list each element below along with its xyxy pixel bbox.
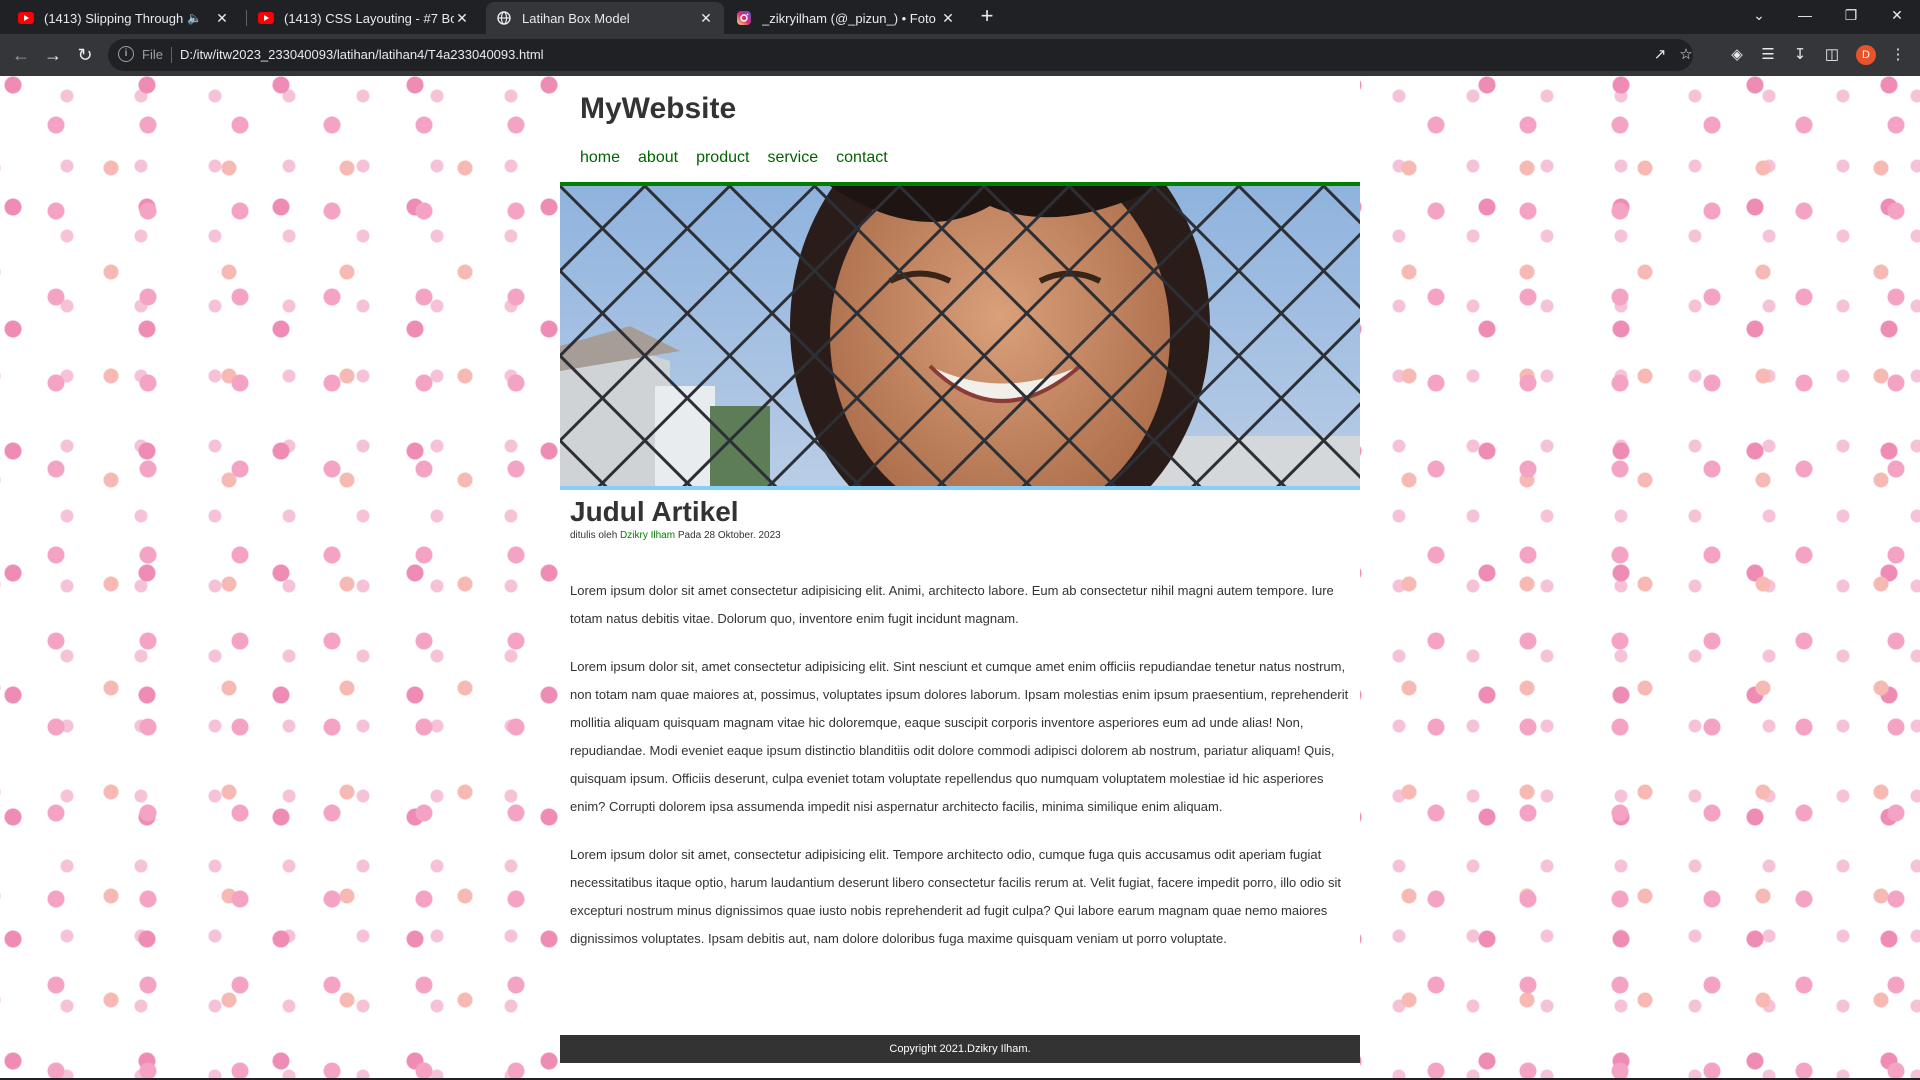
media-control-icon[interactable]: ☰: [1756, 43, 1780, 67]
tab-title: (1413) Slipping Through My: [44, 10, 187, 26]
nav-service[interactable]: service: [767, 149, 818, 167]
bookmark-star-icon[interactable]: ☆: [1674, 43, 1698, 67]
minimize-button[interactable]: —: [1782, 0, 1828, 30]
article-paragraph: Lorem ipsum dolor sit amet consectetur a…: [570, 583, 1334, 626]
close-icon[interactable]: ✕: [454, 10, 470, 27]
address-bar[interactable]: i File D:/itw/itw2023_233040093/latihan/…: [108, 39, 1693, 71]
omnibox-separator: [171, 47, 172, 63]
page-viewport: MyWebsite home about product service con…: [0, 76, 1920, 1080]
globe-icon: [496, 10, 512, 26]
byline-prefix: ditulis oleh: [570, 530, 618, 541]
window-close-button[interactable]: ✕: [1874, 0, 1920, 30]
article-byline: ditulis oleh Dzikry Ilham Pada 28 Oktobe…: [570, 530, 1350, 541]
close-icon[interactable]: ✕: [940, 10, 956, 27]
tab-title: (1413) CSS Layouting - #7 Box M: [284, 10, 454, 26]
article-paragraph: Lorem ipsum dolor sit, amet consectetur …: [570, 659, 1349, 814]
share-icon[interactable]: ↗: [1648, 43, 1672, 67]
forward-button[interactable]: →: [40, 42, 66, 68]
hero-photo-illustration: [560, 186, 1360, 486]
speaker-icon[interactable]: 🔈: [187, 11, 202, 25]
menu-kebab-icon[interactable]: ⋮: [1886, 43, 1910, 67]
nav-product[interactable]: product: [696, 149, 749, 167]
youtube-icon: [258, 10, 274, 26]
reload-button[interactable]: ↻: [72, 42, 98, 68]
nav-contact[interactable]: contact: [836, 149, 888, 167]
article-paragraph: Lorem ipsum dolor sit amet, consectetur …: [570, 847, 1342, 946]
download-icon[interactable]: ↧: [1788, 43, 1812, 67]
main-nav: home about product service contact: [580, 149, 888, 167]
tab-title: Latihan Box Model: [522, 10, 630, 26]
page-container: MyWebsite home about product service con…: [560, 76, 1360, 1080]
restore-button[interactable]: ❐: [1828, 0, 1874, 30]
nav-home[interactable]: home: [580, 149, 620, 167]
scheme-label: File: [142, 47, 163, 62]
profile-avatar[interactable]: D: [1856, 45, 1876, 65]
info-icon[interactable]: i: [118, 46, 134, 62]
url-text[interactable]: D:/itw/itw2023_233040093/latihan/latihan…: [180, 47, 544, 62]
site-header: MyWebsite home about product service con…: [560, 76, 1360, 186]
site-logo: MyWebsite: [580, 92, 737, 125]
tab-title: _zikryilham (@_pizun_) • Foto da: [762, 10, 940, 26]
instagram-icon: [736, 10, 752, 26]
side-panel-icon[interactable]: ◫: [1820, 43, 1844, 67]
back-button[interactable]: ←: [8, 42, 34, 68]
byline-date: Pada 28 Oktober. 2023: [677, 530, 781, 541]
tab-youtube-slipping[interactable]: (1413) Slipping Through My 🔈 ✕: [8, 2, 240, 34]
tab-instagram[interactable]: _zikryilham (@_pizun_) • Foto da ✕: [726, 2, 966, 34]
close-icon[interactable]: ✕: [698, 10, 714, 27]
hero-image: [560, 186, 1360, 490]
browser-toolbar: ← → ↻ i File D:/itw/itw2023_233040093/la…: [0, 34, 1920, 76]
article-title: Judul Artikel: [570, 496, 739, 527]
article: Judul Artikel ditulis oleh Dzikry Ilham …: [570, 496, 1350, 953]
tab-separator: [246, 10, 247, 26]
site-footer: Copyright 2021.Dzikry Ilham.: [560, 1035, 1360, 1063]
tab-latihan-box-model[interactable]: Latihan Box Model ✕: [486, 2, 724, 34]
tab-strip: (1413) Slipping Through My 🔈 ✕ (1413) CS…: [0, 0, 1920, 34]
tab-search-chevron-icon[interactable]: ⌄: [1736, 0, 1782, 30]
extensions-puzzle-icon[interactable]: ◈: [1725, 43, 1749, 67]
close-icon[interactable]: ✕: [214, 10, 230, 27]
new-tab-button[interactable]: +: [975, 4, 999, 28]
tab-youtube-css-layouting[interactable]: (1413) CSS Layouting - #7 Box M ✕: [248, 2, 480, 34]
author-link[interactable]: Dzikry Ilham: [620, 530, 675, 541]
nav-about[interactable]: about: [638, 149, 678, 167]
youtube-icon: [18, 10, 34, 26]
